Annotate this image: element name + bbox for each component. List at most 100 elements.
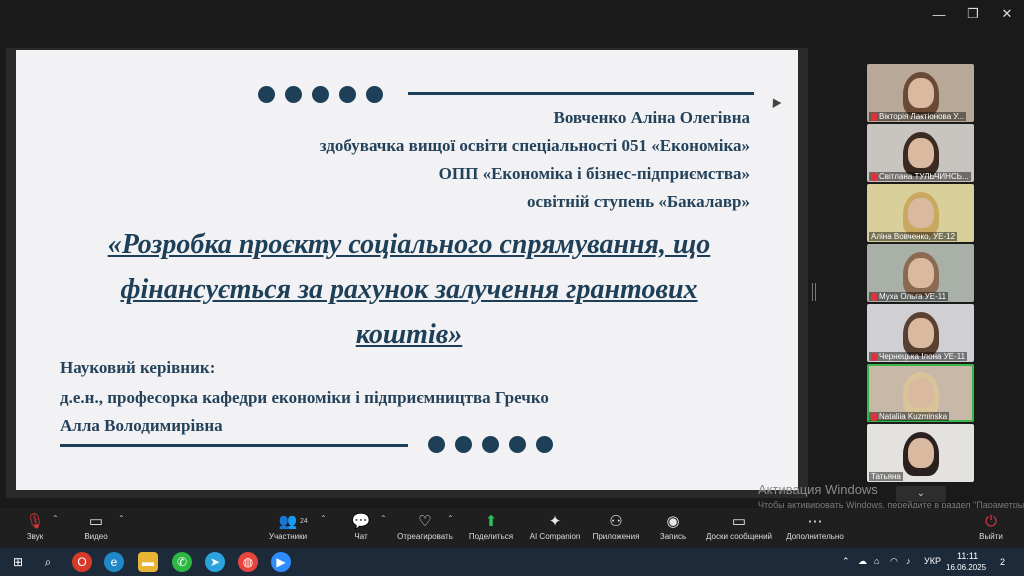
- supervisor-title: д.е.н., професорка кафедри економіки і п…: [60, 388, 549, 407]
- thesis-topic: «Розробка проєкту соціального спрямуванн…: [74, 222, 744, 357]
- participant-tile[interactable]: Муха Ольга УЕ-11: [867, 244, 974, 302]
- share-label: Поделиться: [468, 532, 514, 541]
- volume-icon[interactable]: ♪: [906, 556, 911, 566]
- participant-name: Nataliia Kuzminska: [869, 412, 950, 421]
- decor-line: [408, 92, 754, 95]
- decor-dot: [285, 86, 302, 103]
- participant-name-text: Світлана ТУЛЬЧИНСЬ...: [879, 172, 969, 181]
- participant-tile[interactable]: Світлана ТУЛЬЧИНСЬ...: [867, 124, 974, 182]
- whiteboards-label: Доски сообщений: [705, 532, 772, 541]
- mic-muted-icon: [871, 352, 877, 361]
- leave-icon: ⏻: [985, 513, 997, 530]
- author-program: ОПП «Економіка і бізнес-підприємства»: [438, 164, 750, 183]
- participant-name-text: Аліна Вовченко, УЕ-12: [871, 232, 956, 241]
- edge-browser-icon[interactable]: e: [104, 552, 124, 572]
- participants-icon: 👥: [278, 513, 298, 530]
- participant-tile[interactable]: Татьяна: [867, 424, 974, 482]
- clock-time[interactable]: 11:11: [957, 551, 978, 561]
- participant-gallery: Вікторія Лактіонова У... Світлана ТУЛЬЧИ…: [867, 64, 974, 484]
- more-label: Дополнительно: [786, 532, 844, 541]
- author-name: Вовченко Аліна Олегівна: [553, 108, 750, 127]
- participants-label: Участники: [268, 532, 308, 541]
- video-label: Видео: [84, 532, 108, 541]
- notifications-badge[interactable]: 2: [1000, 557, 1005, 567]
- participant-tile-speaking[interactable]: Nataliia Kuzminska: [867, 364, 974, 422]
- ai-companion-label: AI Companion: [529, 532, 581, 541]
- participants-count-badge: 24: [300, 518, 308, 525]
- participant-name: Світлана ТУЛЬЧИНСЬ...: [869, 172, 971, 181]
- supervisor-label: Науковий керівник:: [60, 358, 216, 377]
- participants-button[interactable]: 👥 Участники: [248, 512, 328, 541]
- window-controls: — ❐ ✕: [922, 0, 1024, 28]
- whiteboard-icon: ▭: [731, 513, 747, 530]
- participant-video-face: [907, 438, 934, 468]
- supervisor-name: Алла Володимирівна: [60, 416, 223, 435]
- zoom-app-icon[interactable]: ▶: [271, 552, 291, 572]
- file-explorer-icon[interactable]: ▬: [138, 552, 158, 572]
- windows-start-icon[interactable]: ⊞: [8, 552, 28, 572]
- tray-overflow-icon[interactable]: ⌃: [842, 556, 850, 567]
- wifi-icon[interactable]: ◠: [890, 556, 898, 567]
- participant-name-text: Муха Ольга УЕ-11: [879, 292, 947, 301]
- mic-muted-icon: [871, 172, 877, 181]
- clock-date[interactable]: 16.06.2025: [946, 563, 986, 572]
- telegram-icon[interactable]: ➤: [205, 552, 225, 572]
- topic-line-2: фінансується за рахунок залучення гранто…: [120, 274, 698, 305]
- participant-video-face: [907, 78, 934, 108]
- keyboard-language[interactable]: УКР: [924, 556, 941, 566]
- chrome-icon[interactable]: ◍: [238, 552, 258, 572]
- decor-dot: [482, 436, 499, 453]
- participant-tile[interactable]: Аліна Вовченко, УЕ-12: [867, 184, 974, 242]
- author-degree: освітній ступень «Бакалавр»: [526, 192, 750, 211]
- windows-taskbar: ⊞ ⌕ O e ▬ ✆ ➤ ◍ ▶ ⌃ ☁ ⌂ ◠ ♪ УКР 11:11 16…: [0, 548, 1024, 576]
- shared-slide: Вовченко Аліна Олегівна здобувачка вищої…: [16, 50, 798, 490]
- meeting-toolbar: 🎙 Звук ⌃ ▭ Видео ⌃ 👥 Участники 24 ⌃ 💬 Чат ⌃ …: [0, 508, 1024, 548]
- decor-dot: [455, 436, 472, 453]
- participant-tile[interactable]: Вікторія Лактіонова У...: [867, 64, 974, 122]
- decor-dot: [536, 436, 553, 453]
- chat-label: Чат: [354, 532, 368, 541]
- opera-browser-icon[interactable]: O: [72, 552, 92, 572]
- record-label: Запись: [659, 532, 687, 541]
- participant-name: Татьяна: [869, 472, 903, 481]
- decor-dot: [366, 86, 383, 103]
- participant-name-text: Nataliia Kuzminska: [879, 412, 948, 421]
- panel-splitter-handle[interactable]: [812, 283, 816, 301]
- restore-button[interactable]: ❐: [956, 0, 990, 28]
- participant-tile[interactable]: Чернецька Ілона УЕ-11: [867, 304, 974, 362]
- decor-dot: [428, 436, 445, 453]
- participant-video-face: [907, 318, 934, 348]
- topic-line-1: «Розробка проєкту соціального спрямуванн…: [107, 229, 711, 260]
- cloud-icon: ☁: [858, 556, 867, 566]
- whatsapp-icon[interactable]: ✆: [172, 552, 192, 572]
- participant-name: Аліна Вовченко, УЕ-12: [869, 232, 958, 241]
- participant-name: Муха Ольга УЕ-11: [869, 292, 949, 301]
- network-icon[interactable]: ⌂: [874, 556, 879, 566]
- participant-name-text: Чернецька Ілона УЕ-11: [879, 352, 966, 361]
- video-options-caret-icon[interactable]: ⌃: [118, 514, 125, 523]
- close-button[interactable]: ✕: [990, 0, 1024, 28]
- topic-line-3: коштів»: [355, 319, 463, 350]
- leave-button[interactable]: ⏻ Выйти: [951, 512, 1024, 541]
- participant-video-face: [907, 138, 934, 168]
- leave-label: Выйти: [979, 532, 1003, 541]
- decor-dot: [339, 86, 356, 103]
- participant-video-face: [907, 198, 934, 228]
- author-specialty: здобувачка вищої освіти спеціальності 05…: [319, 136, 750, 155]
- react-label: Отреагировать: [397, 532, 453, 541]
- minimize-button[interactable]: —: [922, 0, 956, 28]
- decor-dot: [312, 86, 329, 103]
- whiteboards-button[interactable]: ▭ Доски сообщений: [699, 512, 779, 541]
- search-icon[interactable]: ⌕: [38, 552, 58, 572]
- windows-activation-title: Активация Windows: [758, 482, 878, 497]
- decor-line: [60, 444, 408, 447]
- mic-muted-icon: [871, 112, 877, 121]
- participant-name-text: Татьяна: [871, 472, 901, 481]
- participant-video-face: [907, 258, 934, 288]
- mic-muted-icon: [871, 292, 877, 301]
- more-button[interactable]: ⋯ Дополнительно: [775, 512, 855, 541]
- participant-name-text: Вікторія Лактіонова У...: [879, 112, 965, 121]
- mic-muted-icon: [871, 412, 877, 421]
- participant-video-face: [907, 378, 934, 408]
- participant-name: Чернецька Ілона УЕ-11: [869, 352, 968, 361]
